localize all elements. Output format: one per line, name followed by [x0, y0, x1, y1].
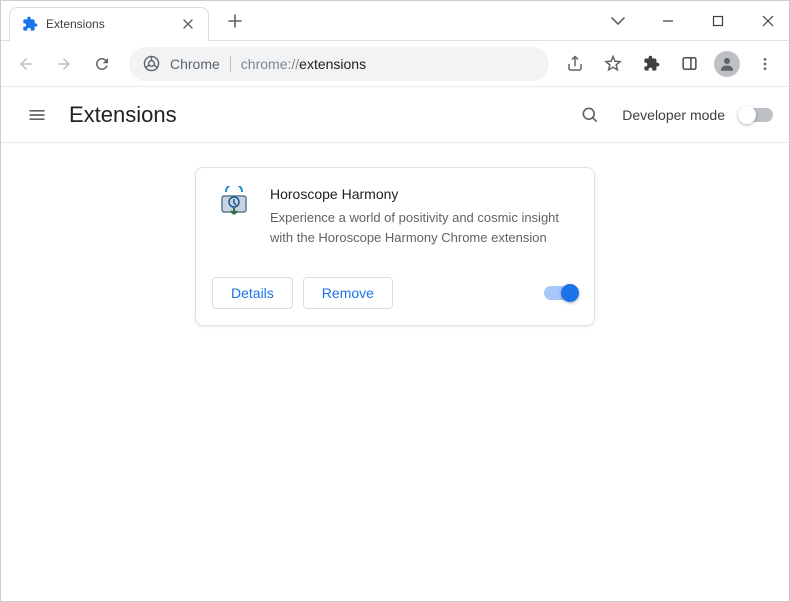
- extension-name: Horoscope Harmony: [270, 186, 574, 202]
- chevron-down-icon[interactable]: [605, 8, 631, 34]
- chrome-logo-icon: [143, 55, 160, 72]
- bookmark-star-icon[interactable]: [597, 48, 629, 80]
- developer-mode-toggle[interactable]: [739, 108, 773, 122]
- divider: [230, 56, 231, 72]
- page-title: Extensions: [69, 102, 177, 128]
- tab-title: Extensions: [46, 17, 180, 31]
- profile-avatar-icon[interactable]: [711, 48, 743, 80]
- back-button[interactable]: [9, 47, 43, 81]
- share-icon[interactable]: [559, 48, 591, 80]
- details-button[interactable]: Details: [212, 277, 293, 309]
- minimize-button[interactable]: [655, 8, 681, 34]
- address-bar[interactable]: Chrome chrome://extensions: [129, 47, 549, 81]
- forward-button[interactable]: [47, 47, 81, 81]
- address-chrome-label: Chrome: [170, 56, 220, 72]
- extensions-puzzle-icon[interactable]: [635, 48, 667, 80]
- browser-tab[interactable]: Extensions: [9, 7, 209, 41]
- maximize-button[interactable]: [705, 8, 731, 34]
- remove-button[interactable]: Remove: [303, 277, 393, 309]
- search-icon[interactable]: [572, 97, 608, 133]
- extensions-list: Horoscope Harmony Experience a world of …: [1, 143, 789, 601]
- reload-button[interactable]: [85, 47, 119, 81]
- close-window-button[interactable]: [755, 8, 781, 34]
- window-title-bar: Extensions: [1, 1, 789, 41]
- side-panel-icon[interactable]: [673, 48, 705, 80]
- kebab-menu-icon[interactable]: [749, 48, 781, 80]
- page-header: Extensions Developer mode: [1, 87, 789, 143]
- hamburger-menu-icon[interactable]: [17, 95, 57, 135]
- developer-mode-label: Developer mode: [622, 107, 725, 123]
- extension-card: Horoscope Harmony Experience a world of …: [195, 167, 595, 326]
- extension-app-icon: [216, 186, 252, 222]
- extension-description: Experience a world of positivity and cos…: [270, 208, 574, 247]
- close-tab-icon[interactable]: [180, 16, 196, 32]
- new-tab-button[interactable]: [221, 7, 249, 35]
- extension-enable-toggle[interactable]: [544, 286, 578, 300]
- address-url: chrome://extensions: [241, 56, 535, 72]
- extension-puzzle-icon: [22, 16, 38, 32]
- browser-toolbar: Chrome chrome://extensions: [1, 41, 789, 87]
